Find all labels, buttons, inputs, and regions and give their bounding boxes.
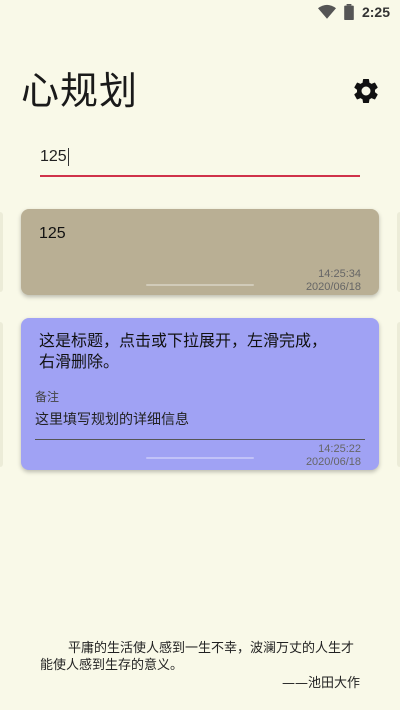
search-input[interactable]: 125	[40, 148, 69, 166]
card-date: 2020/06/18	[305, 456, 361, 468]
card-title: 这是标题，点击或下拉展开，左滑完成，右滑删除。	[39, 331, 328, 371]
drag-handle[interactable]	[146, 284, 254, 286]
settings-button[interactable]	[351, 76, 381, 106]
card-title: 125	[39, 225, 66, 242]
app-title: 心规划	[21, 69, 139, 113]
search-field[interactable]: 125	[40, 140, 360, 177]
note-label: 备注	[35, 390, 60, 404]
quote-text: 平庸的生活使人感到一生不幸，波澜万丈的人生才能使人感到生存的意义。	[40, 641, 355, 673]
card-time: 14:25:22	[318, 443, 361, 455]
gear-icon	[354, 78, 378, 103]
card-date: 2020/06/18	[305, 281, 361, 293]
status-bar: 2:25	[0, 0, 400, 24]
plan-card-expanded[interactable]: 这是标题，点击或下拉展开，左滑完成，右滑删除。 备注 这里填写规划的详细信息 1…	[21, 318, 379, 470]
card-timestamp: 14:25:34 2020/06/18	[306, 268, 361, 294]
note-input[interactable]: 这里填写规划的详细信息	[35, 410, 365, 440]
wifi-icon	[317, 4, 336, 19]
card-time: 14:25:34	[318, 268, 361, 280]
plan-card[interactable]: 125 14:25:34 2020/06/18	[21, 209, 379, 295]
battery-icon	[344, 4, 354, 20]
quote-author: ——池田大作	[281, 676, 360, 691]
card-timestamp: 14:25:22 2020/06/18	[306, 443, 361, 469]
status-time: 2:25	[361, 4, 390, 20]
prev-card-peek	[0, 322, 3, 467]
drag-handle[interactable]	[146, 457, 254, 459]
prev-card-peek	[0, 212, 3, 292]
